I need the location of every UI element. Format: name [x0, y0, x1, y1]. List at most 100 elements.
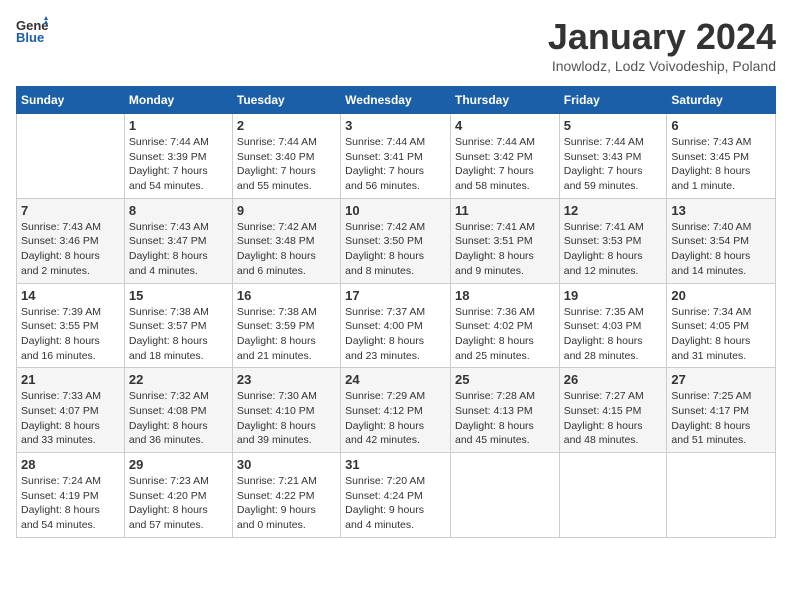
calendar-cell: 23 Sunrise: 7:30 AMSunset: 4:10 PMDayligh… [232, 368, 340, 453]
day-number: 18 [455, 288, 555, 303]
day-info: Sunrise: 7:36 AMSunset: 4:02 PMDaylight:… [455, 305, 555, 364]
day-info: Sunrise: 7:38 AMSunset: 3:57 PMDaylight:… [129, 305, 228, 364]
calendar-week-3: 14 Sunrise: 7:39 AMSunset: 3:55 PMDayligh… [17, 283, 776, 368]
calendar-cell [559, 453, 667, 538]
calendar-week-5: 28 Sunrise: 7:24 AMSunset: 4:19 PMDayligh… [17, 453, 776, 538]
column-header-tuesday: Tuesday [232, 87, 340, 114]
day-number: 19 [564, 288, 663, 303]
day-number: 6 [671, 118, 771, 133]
calendar-cell: 30 Sunrise: 7:21 AMSunset: 4:22 PMDayligh… [232, 453, 340, 538]
calendar-cell: 12 Sunrise: 7:41 AMSunset: 3:53 PMDayligh… [559, 198, 667, 283]
day-info: Sunrise: 7:40 AMSunset: 3:54 PMDaylight:… [671, 220, 771, 279]
day-info: Sunrise: 7:28 AMSunset: 4:13 PMDaylight:… [455, 389, 555, 448]
calendar-cell: 20 Sunrise: 7:34 AMSunset: 4:05 PMDayligh… [667, 283, 776, 368]
day-info: Sunrise: 7:38 AMSunset: 3:59 PMDaylight:… [237, 305, 336, 364]
calendar-table: SundayMondayTuesdayWednesdayThursdayFrid… [16, 86, 776, 538]
calendar-cell: 7 Sunrise: 7:43 AMSunset: 3:46 PMDaylight… [17, 198, 125, 283]
calendar-week-1: 1Sunrise: 7:44 AMSunset: 3:39 PMDaylight… [17, 114, 776, 199]
day-number: 10 [345, 203, 446, 218]
column-header-wednesday: Wednesday [341, 87, 451, 114]
day-info: Sunrise: 7:41 AMSunset: 3:53 PMDaylight:… [564, 220, 663, 279]
day-info: Sunrise: 7:35 AMSunset: 4:03 PMDaylight:… [564, 305, 663, 364]
calendar-cell: 29 Sunrise: 7:23 AMSunset: 4:20 PMDayligh… [124, 453, 232, 538]
day-info: Sunrise: 7:34 AMSunset: 4:05 PMDaylight:… [671, 305, 771, 364]
calendar-cell: 21 Sunrise: 7:33 AMSunset: 4:07 PMDayligh… [17, 368, 125, 453]
location-subtitle: Inowlodz, Lodz Voivodeship, Poland [548, 58, 776, 74]
month-title: January 2024 [548, 16, 776, 58]
calendar-cell [450, 453, 559, 538]
calendar-week-4: 21 Sunrise: 7:33 AMSunset: 4:07 PMDayligh… [17, 368, 776, 453]
day-number: 11 [455, 203, 555, 218]
day-info: Sunrise: 7:43 AMSunset: 3:46 PMDaylight:… [21, 220, 120, 279]
column-header-sunday: Sunday [17, 87, 125, 114]
day-number: 9 [237, 203, 336, 218]
calendar-cell: 15 Sunrise: 7:38 AMSunset: 3:57 PMDayligh… [124, 283, 232, 368]
calendar-cell: 19 Sunrise: 7:35 AMSunset: 4:03 PMDayligh… [559, 283, 667, 368]
calendar-cell: 2Sunrise: 7:44 AMSunset: 3:40 PMDaylight… [232, 114, 340, 199]
calendar-body: 1Sunrise: 7:44 AMSunset: 3:39 PMDaylight… [17, 114, 776, 538]
day-info: Sunrise: 7:39 AMSunset: 3:55 PMDaylight:… [21, 305, 120, 364]
calendar-header-row: SundayMondayTuesdayWednesdayThursdayFrid… [17, 87, 776, 114]
day-info: Sunrise: 7:21 AMSunset: 4:22 PMDaylight:… [237, 474, 336, 533]
calendar-cell: 18 Sunrise: 7:36 AMSunset: 4:02 PMDayligh… [450, 283, 559, 368]
calendar-cell: 31Sunrise: 7:20 AMSunset: 4:24 PMDayligh… [341, 453, 451, 538]
day-number: 15 [129, 288, 228, 303]
day-number: 25 [455, 372, 555, 387]
day-number: 14 [21, 288, 120, 303]
day-info: Sunrise: 7:29 AMSunset: 4:12 PMDaylight:… [345, 389, 446, 448]
day-number: 30 [237, 457, 336, 472]
calendar-cell: 25 Sunrise: 7:28 AMSunset: 4:13 PMDayligh… [450, 368, 559, 453]
day-info: Sunrise: 7:42 AMSunset: 3:50 PMDaylight:… [345, 220, 446, 279]
day-info: Sunrise: 7:24 AMSunset: 4:19 PMDaylight:… [21, 474, 120, 533]
day-number: 23 [237, 372, 336, 387]
day-number: 27 [671, 372, 771, 387]
day-info: Sunrise: 7:44 AMSunset: 3:42 PMDaylight:… [455, 135, 555, 194]
day-info: Sunrise: 7:44 AMSunset: 3:43 PMDaylight:… [564, 135, 663, 194]
day-number: 17 [345, 288, 446, 303]
title-block: January 2024 Inowlodz, Lodz Voivodeship,… [548, 16, 776, 74]
day-number: 12 [564, 203, 663, 218]
day-number: 16 [237, 288, 336, 303]
day-info: Sunrise: 7:33 AMSunset: 4:07 PMDaylight:… [21, 389, 120, 448]
calendar-cell: 11Sunrise: 7:41 AMSunset: 3:51 PMDayligh… [450, 198, 559, 283]
day-number: 2 [237, 118, 336, 133]
page-header: General Blue January 2024 Inowlodz, Lodz… [16, 16, 776, 74]
calendar-cell: 16 Sunrise: 7:38 AMSunset: 3:59 PMDayligh… [232, 283, 340, 368]
day-info: Sunrise: 7:25 AMSunset: 4:17 PMDaylight:… [671, 389, 771, 448]
day-number: 7 [21, 203, 120, 218]
calendar-cell: 17Sunrise: 7:37 AMSunset: 4:00 PMDayligh… [341, 283, 451, 368]
calendar-cell: 28 Sunrise: 7:24 AMSunset: 4:19 PMDayligh… [17, 453, 125, 538]
column-header-friday: Friday [559, 87, 667, 114]
calendar-cell: 1Sunrise: 7:44 AMSunset: 3:39 PMDaylight… [124, 114, 232, 199]
day-number: 28 [21, 457, 120, 472]
calendar-cell: 24 Sunrise: 7:29 AMSunset: 4:12 PMDayligh… [341, 368, 451, 453]
day-number: 29 [129, 457, 228, 472]
calendar-cell: 3 Sunrise: 7:44 AMSunset: 3:41 PMDaylight… [341, 114, 451, 199]
day-number: 21 [21, 372, 120, 387]
day-number: 22 [129, 372, 228, 387]
day-number: 4 [455, 118, 555, 133]
calendar-cell: 5 Sunrise: 7:44 AMSunset: 3:43 PMDaylight… [559, 114, 667, 199]
calendar-cell: 14 Sunrise: 7:39 AMSunset: 3:55 PMDayligh… [17, 283, 125, 368]
calendar-cell [17, 114, 125, 199]
day-info: Sunrise: 7:30 AMSunset: 4:10 PMDaylight:… [237, 389, 336, 448]
calendar-cell: 13Sunrise: 7:40 AMSunset: 3:54 PMDayligh… [667, 198, 776, 283]
day-info: Sunrise: 7:23 AMSunset: 4:20 PMDaylight:… [129, 474, 228, 533]
day-info: Sunrise: 7:43 AMSunset: 3:45 PMDaylight:… [671, 135, 771, 194]
day-info: Sunrise: 7:44 AMSunset: 3:39 PMDaylight:… [129, 135, 228, 194]
svg-text:Blue: Blue [16, 30, 44, 44]
logo-icon: General Blue [16, 16, 48, 44]
day-info: Sunrise: 7:27 AMSunset: 4:15 PMDaylight:… [564, 389, 663, 448]
day-number: 3 [345, 118, 446, 133]
day-info: Sunrise: 7:20 AMSunset: 4:24 PMDaylight:… [345, 474, 446, 533]
calendar-cell: 4 Sunrise: 7:44 AMSunset: 3:42 PMDaylight… [450, 114, 559, 199]
calendar-cell: 10 Sunrise: 7:42 AMSunset: 3:50 PMDayligh… [341, 198, 451, 283]
column-header-thursday: Thursday [450, 87, 559, 114]
logo: General Blue [16, 16, 48, 44]
day-info: Sunrise: 7:44 AMSunset: 3:41 PMDaylight:… [345, 135, 446, 194]
day-number: 24 [345, 372, 446, 387]
calendar-cell: 26 Sunrise: 7:27 AMSunset: 4:15 PMDayligh… [559, 368, 667, 453]
day-number: 5 [564, 118, 663, 133]
day-number: 20 [671, 288, 771, 303]
day-number: 26 [564, 372, 663, 387]
